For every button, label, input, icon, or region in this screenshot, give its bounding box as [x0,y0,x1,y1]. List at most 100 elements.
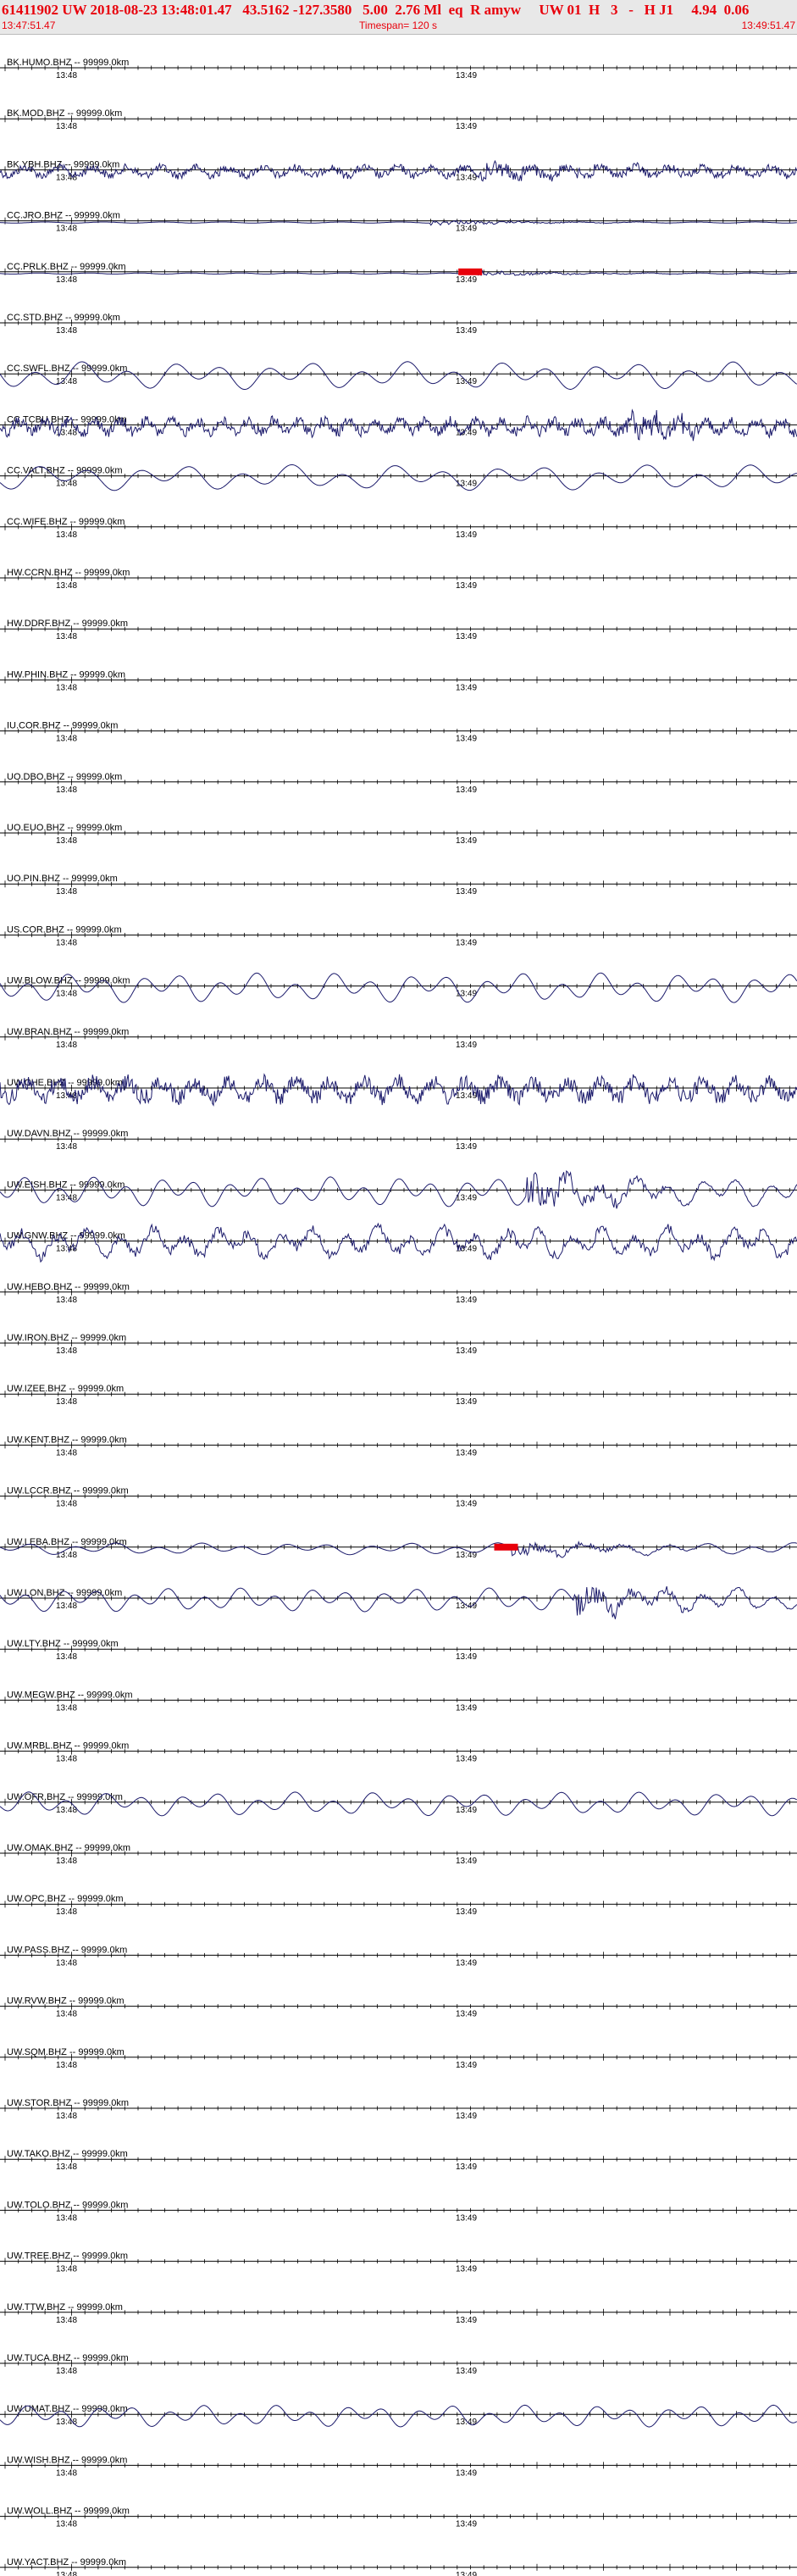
station-label: CC.PRLK.BHZ -- 99999.0km [7,262,126,272]
time-tick-label: 13:48 [56,581,77,591]
trace-row: IU.COR.BHZ -- 99999.0km 13:48 13:49 [0,721,797,744]
time-tick-label: 13:48 [56,377,77,386]
station-label: UO.PIN.BHZ -- 99999.0km [7,874,118,884]
time-tick-label: 13:48 [56,2010,77,2019]
station-label: CC.STD.BHZ -- 99999.0km [7,313,120,323]
trace-row: UW.WISH.BHZ -- 99999.0km 13:48 13:49 [0,2455,797,2478]
time-tick-label: 13:49 [456,1907,477,1917]
trace-row: HW.DDRF.BHZ -- 99999.0km 13:48 13:49 [0,619,797,641]
trace-row: UW.TOLO.BHZ -- 99999.0km 13:48 13:49 [0,2200,797,2223]
trace-row: UW.WOLL.BHZ -- 99999.0km 13:48 13:49 [0,2507,797,2529]
time-tick-label: 13:49 [456,1397,477,1407]
time-tick-label: 13:49 [456,632,477,641]
trace-row: UW.LON.BHZ -- 99999.0km 13:48 13:49 [0,1585,797,1619]
station-label: HW.DDRF.BHZ -- 99999.0km [7,619,128,629]
trace-row: US.COR.BHZ -- 99999.0km 13:48 13:49 [0,924,797,947]
time-tick-label: 13:49 [456,173,477,182]
time-tick-label: 13:48 [56,2418,77,2427]
event-header-title: 61411902 UW 2018-08-23 13:48:01.47 43.51… [2,2,750,18]
trace-row: UW.CHE.BHZ -- 99999.0km13:48 13:49 [0,1073,797,1107]
station-label: UW.YACT.BHZ -- 99999.0km [7,2557,126,2568]
time-tick-label: 13:48 [56,2213,77,2223]
station-label: UW.LON.BHZ -- 99999.0km [7,1588,122,1598]
time-tick-label: 13:49 [456,683,477,692]
timespan-label: Timespan= 120 s [359,19,437,31]
station-label: UW.TREE.BHZ -- 99999.0km [7,2251,128,2262]
station-label: UW.KENT.BHZ -- 99999.0km [7,1435,127,1445]
waveform-trace [0,1222,797,1263]
station-label: UW.STOR.BHZ -- 99999.0km [7,2098,129,2108]
time-tick-label: 13:49 [456,1041,477,1050]
time-tick-label: 13:48 [56,326,77,336]
trace-row: BK.HUMO.BHZ -- 99999.0km 13:48 13:49 [0,58,797,80]
header-bar: 61411902 UW 2018-08-23 13:48:01.47 43.51… [0,0,797,35]
time-tick-label: 13:49 [456,326,477,336]
trace-row: UW.UMAT.BHZ -- 99999.0km 13:48 13:49 [0,2404,797,2428]
trace-row: UW.MEGW.BHZ -- 99999.0km 13:48 13:49 [0,1690,797,1713]
trace-row: UW.YACT.BHZ -- 99999.0km 13:48 13:49 [0,2557,797,2576]
trace-row: UW.MRBL.BHZ -- 99999.0km 13:48 13:49 [0,1741,797,1764]
time-tick-label: 13:48 [56,1346,77,1356]
station-label: UW.TOLO.BHZ -- 99999.0km [7,2200,128,2210]
start-time-label: 13:47:51.47 [2,19,56,31]
station-label: UW.TAKO.BHZ -- 99999.0km [7,2149,128,2159]
trace-row: UW.OFR.BHZ -- 99999.0km13:48 13:49 [0,1791,797,1817]
station-label: HW.CCRN.BHZ -- 99999.0km [7,568,130,578]
station-label: UW.IZEE.BHZ -- 99999.0km [7,1384,124,1394]
time-tick-label: 13:48 [56,1958,77,1968]
time-tick-label: 13:49 [456,2162,477,2172]
trace-row: UW.KENT.BHZ -- 99999.0km 13:48 13:49 [0,1435,797,1457]
time-tick-label: 13:48 [56,2367,77,2376]
trace-row: HW.CCRN.BHZ -- 99999.0km 13:48 13:49 [0,568,797,591]
time-tick-label: 13:49 [456,581,477,591]
time-tick-label: 13:49 [456,2468,477,2478]
time-tick-label: 13:48 [56,735,77,744]
time-tick-label: 13:48 [56,2061,77,2070]
time-tick-label: 13:49 [456,1806,477,1815]
time-tick-label: 13:48 [56,990,77,999]
station-label: UW.DAVN.BHZ -- 99999.0km [7,1129,128,1139]
trace-row: UW.LTY.BHZ -- 99999.0km 13:48 13:49 [0,1639,797,1662]
station-label: US.COR.BHZ -- 99999.0km [7,924,122,935]
station-label: UW.LCCR.BHZ -- 99999.0km [7,1486,129,1496]
time-tick-label: 13:48 [56,1142,77,1152]
time-tick-label: 13:48 [56,1551,77,1560]
trace-row: BK.YBH.BHZ -- 99999.0km13:48 13:49 [0,159,797,182]
phase-pick-marker [458,268,483,275]
time-tick-label: 13:49 [456,428,477,437]
time-tick-label: 13:49 [456,1551,477,1560]
time-tick-label: 13:48 [56,1500,77,1509]
station-label: UW.WISH.BHZ -- 99999.0km [7,2455,127,2465]
trace-row: UW.RVW.BHZ -- 99999.0km 13:48 13:49 [0,1996,797,2019]
time-tick-label: 13:49 [456,2213,477,2223]
time-tick-label: 13:49 [456,1296,477,1305]
time-tick-label: 13:49 [456,1193,477,1202]
time-tick-label: 13:49 [456,2316,477,2325]
trace-row: UW.SQM.BHZ -- 99999.0km 13:48 13:49 [0,2047,797,2070]
station-label: UO.EUO.BHZ -- 99999.0km [7,823,122,833]
station-label: BK.HUMO.BHZ -- 99999.0km [7,58,129,68]
time-tick-label: 13:48 [56,2571,77,2576]
station-label: CC.WIFE.BHZ -- 99999.0km [7,517,125,527]
time-tick-label: 13:48 [56,1703,77,1713]
time-tick-label: 13:49 [456,122,477,131]
trace-row: UW.TUCA.BHZ -- 99999.0km 13:48 13:49 [0,2353,797,2376]
trace-row: CC.JRO.BHZ -- 99999.0km 13:48 13:49 [0,211,797,234]
station-label: CC.SWFL.BHZ -- 99999.0km [7,364,127,374]
trace-row: UW.STOR.BHZ -- 99999.0km 13:48 13:49 [0,2098,797,2121]
trace-row: UW.LEBA.BHZ -- 99999.0km13:48 13:49 [0,1537,797,1560]
trace-row: UW.LCCR.BHZ -- 99999.0km 13:48 13:49 [0,1486,797,1509]
time-tick-label: 13:49 [456,2061,477,2070]
time-tick-label: 13:48 [56,225,77,234]
trace-row: UW.IZEE.BHZ -- 99999.0km 13:48 13:49 [0,1384,797,1407]
time-tick-label: 13:49 [456,1142,477,1152]
station-label: BK.MOD.BHZ -- 99999.0km [7,108,122,119]
time-tick-label: 13:48 [56,1857,77,1866]
time-tick-label: 13:49 [456,2520,477,2529]
time-tick-label: 13:49 [456,2112,477,2121]
time-tick-label: 13:48 [56,2520,77,2529]
trace-row: UW.OMAK.BHZ -- 99999.0km 13:48 13:49 [0,1843,797,1866]
time-tick-label: 13:49 [456,1602,477,1611]
time-tick-label: 13:49 [456,786,477,795]
time-tick-label: 13:49 [456,2265,477,2274]
